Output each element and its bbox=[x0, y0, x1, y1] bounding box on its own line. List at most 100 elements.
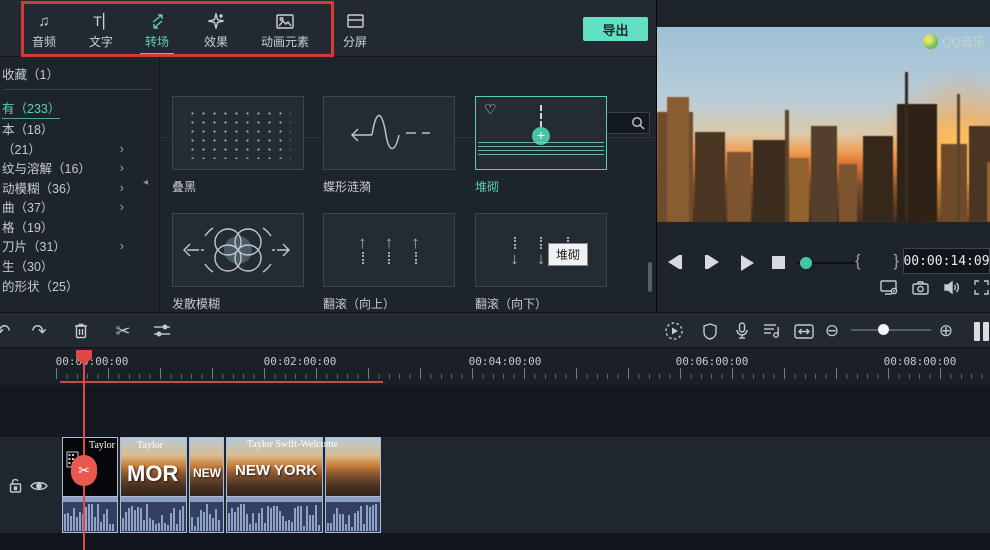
sidebar-item-all[interactable]: 有（233） bbox=[2, 99, 152, 119]
transition-card-butterfly-ripple[interactable] bbox=[323, 96, 455, 170]
timeline-clip-2[interactable]: Taylor MOR bbox=[120, 437, 187, 497]
clip-caption-text: NEW bbox=[193, 466, 221, 480]
timeline-bottom-strip bbox=[0, 533, 990, 550]
audio-waveform bbox=[191, 503, 222, 531]
progress-knob[interactable] bbox=[800, 257, 812, 269]
transitions-panel: 收藏（1） 有（233） 本（18） （21） › 纹与溶解（16） › 动模糊（3… bbox=[0, 57, 656, 312]
chevron-right-icon: › bbox=[119, 180, 124, 195]
playhead-cut-button[interactable]: ✂ bbox=[71, 455, 97, 486]
audio-segment[interactable] bbox=[325, 497, 381, 533]
display-settings-icon[interactable] bbox=[880, 280, 899, 296]
search-icon[interactable] bbox=[631, 116, 645, 130]
favorite-heart-icon[interactable]: ♡ bbox=[484, 101, 497, 118]
sidebar-item-life[interactable]: 生（30） bbox=[2, 256, 152, 275]
undo-icon[interactable]: ↶ bbox=[0, 317, 14, 345]
clip-title-text: Taylor bbox=[89, 440, 115, 451]
track-visibility-eye-icon[interactable] bbox=[30, 480, 48, 492]
sidebar-item-slideshow[interactable]: 刀片（31） › bbox=[2, 236, 152, 255]
audio-waveform bbox=[122, 503, 185, 531]
clip-caption-text: NEW YORK bbox=[235, 462, 318, 479]
timeline-tracks: Taylor Taylor MOR NEW NEW YORK Taylor Sw… bbox=[0, 385, 990, 550]
previous-frame-button[interactable] bbox=[668, 255, 682, 269]
transition-card-diffuse-blur[interactable] bbox=[172, 213, 304, 287]
transition-label: 发散模糊 bbox=[172, 297, 221, 311]
sidebar-item-ripple-dissolve[interactable]: 纹与溶解（16） › bbox=[2, 158, 152, 177]
sidebar-item-warp[interactable]: 曲（37） › bbox=[2, 197, 152, 216]
chevron-right-icon: › bbox=[119, 238, 124, 253]
chevron-right-icon: › bbox=[119, 141, 124, 156]
audio-segment[interactable] bbox=[189, 497, 224, 533]
clip-caption-text: MOR bbox=[127, 461, 179, 486]
tab-label: 音频 bbox=[31, 35, 56, 49]
audio-waveform bbox=[327, 503, 379, 531]
stop-button[interactable] bbox=[772, 256, 785, 269]
preview-progress-slider[interactable] bbox=[797, 257, 857, 269]
sparkle-icon bbox=[208, 12, 224, 30]
export-button[interactable]: 导出 bbox=[583, 17, 648, 41]
timeline-ruler[interactable]: 🔗︎ 00:00:00:00 00:02:00:00 00:04:00:00 0… bbox=[0, 348, 990, 385]
timeline-clip-3[interactable]: NEW bbox=[189, 437, 224, 497]
app-window: ♫ 音频 T ⎢ 文字 转场 效果 动画元素 分屏 导出 收藏（1） 有（233… bbox=[0, 0, 990, 550]
transition-label-selected: 堆砌 bbox=[475, 180, 500, 194]
annotation-red-underline bbox=[60, 381, 383, 383]
zoom-in-icon[interactable]: ⊕ bbox=[934, 317, 958, 345]
track-layout-icon[interactable] bbox=[968, 317, 990, 345]
stack-dashed-line bbox=[540, 105, 542, 127]
next-frame-button[interactable] bbox=[705, 255, 719, 269]
tab-effects[interactable]: 效果 bbox=[181, 8, 251, 54]
fit-timeline-icon[interactable] bbox=[791, 317, 817, 345]
scissors-icon[interactable]: ✂ bbox=[112, 317, 134, 345]
sidebar-item-motion-blur[interactable]: 动模糊（36） › bbox=[2, 178, 152, 197]
transition-label: 叠黑 bbox=[172, 180, 197, 194]
timecode-display: 00:00:14:09 bbox=[903, 248, 990, 274]
text-cursor-icon: T ⎢ bbox=[93, 12, 109, 30]
audio-waveform bbox=[228, 503, 321, 531]
audio-segment[interactable] bbox=[120, 497, 187, 533]
volume-icon[interactable] bbox=[944, 280, 961, 295]
fullscreen-icon[interactable] bbox=[974, 280, 989, 295]
redo-icon[interactable]: ↷ bbox=[28, 317, 50, 345]
snapshot-camera-icon[interactable] bbox=[912, 281, 929, 295]
diffuse-blur-icon bbox=[183, 227, 290, 273]
audio-segment[interactable] bbox=[226, 497, 323, 533]
tab-elements[interactable]: 动画元素 bbox=[250, 8, 320, 54]
transition-card-stack[interactable]: ♡ + bbox=[475, 96, 607, 170]
chevron-right-icon: › bbox=[119, 199, 124, 214]
play-button[interactable] bbox=[741, 255, 754, 271]
stack-layer-lines bbox=[478, 139, 604, 155]
adjust-sliders-icon[interactable] bbox=[150, 317, 174, 345]
library-scrollbar[interactable] bbox=[648, 262, 652, 292]
tab-splitscreen[interactable]: 分屏 bbox=[320, 8, 390, 54]
zoom-out-icon[interactable]: ⊖ bbox=[820, 317, 844, 345]
track-lock-icon[interactable] bbox=[9, 478, 22, 493]
sidebar-divider bbox=[4, 89, 152, 90]
zoom-knob[interactable] bbox=[878, 324, 889, 335]
sidebar-item-basic[interactable]: 本（18） bbox=[2, 119, 152, 138]
sidebar-item-grid[interactable]: 格（19） bbox=[2, 217, 152, 236]
transition-arrows-icon bbox=[149, 12, 166, 30]
video-preview[interactable]: QQ音乐 bbox=[657, 27, 990, 222]
playhead-line[interactable] bbox=[83, 350, 85, 550]
transition-card-roll-up[interactable]: ↑ ↑ ↑ bbox=[323, 213, 455, 287]
audio-segment[interactable] bbox=[62, 497, 118, 533]
shield-icon[interactable] bbox=[699, 317, 721, 345]
sidebar-item-favorites[interactable]: 收藏（1） bbox=[2, 64, 152, 83]
media-tab-bar: ♫ 音频 T ⎢ 文字 转场 效果 动画元素 分屏 bbox=[0, 0, 656, 57]
watermark-text: QQ音乐 bbox=[942, 35, 985, 49]
audio-mixer-icon[interactable] bbox=[760, 317, 784, 345]
delete-icon[interactable] bbox=[70, 317, 92, 345]
sidebar-collapse-arrow[interactable]: ◂ bbox=[143, 177, 148, 188]
transition-label: 蝶形涟漪 bbox=[323, 180, 372, 194]
timeline-toolbar: ↶ ↷ ✂ ⊖ ⊕ bbox=[0, 312, 990, 348]
sidebar-item-3d[interactable]: （21） › bbox=[2, 139, 152, 158]
transition-label: 翻滚（向上） bbox=[323, 297, 396, 311]
sidebar-item-shapes[interactable]: 的形状（25） bbox=[2, 276, 152, 295]
timeline-zoom-slider[interactable] bbox=[851, 324, 931, 335]
render-preview-icon[interactable] bbox=[662, 317, 686, 345]
tab-label: 动画元素 bbox=[260, 35, 309, 49]
transition-card-dieblack[interactable] bbox=[172, 96, 304, 170]
microphone-icon[interactable] bbox=[731, 317, 753, 345]
dot-grid-icon bbox=[185, 107, 291, 159]
transitions-sidebar: 收藏（1） 有（233） 本（18） （21） › 纹与溶解（16） › 动模糊（3… bbox=[0, 57, 160, 312]
tab-label: 文字 bbox=[88, 35, 113, 49]
